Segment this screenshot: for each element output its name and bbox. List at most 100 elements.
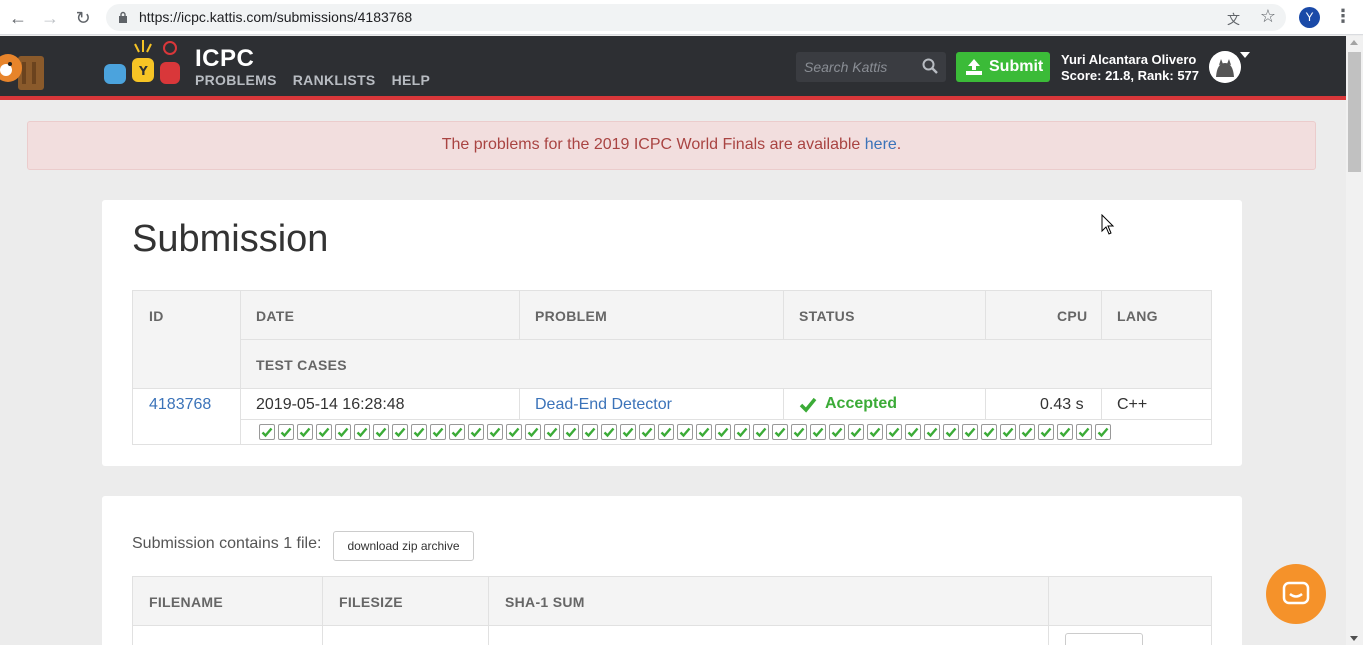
nav-ranklists[interactable]: RANKLISTS [293, 72, 376, 88]
test-case-passed [658, 424, 674, 440]
test-case-passed [1038, 424, 1054, 440]
download-zip-button[interactable]: download zip archive [333, 531, 474, 561]
alert-end: . [896, 136, 902, 153]
test-case-passed [962, 424, 978, 440]
header-accent-line [0, 96, 1346, 100]
col-lang: LANG [1117, 308, 1158, 324]
reload-icon[interactable]: ↻ [71, 6, 95, 30]
col-cpu: CPU [1057, 308, 1088, 324]
check-icon [850, 427, 862, 438]
submit-button[interactable]: Submit [956, 52, 1050, 82]
check-icon [280, 427, 292, 438]
problem-link[interactable]: Dead-End Detector [535, 396, 672, 413]
check-icon [527, 427, 539, 438]
test-case-passed [430, 424, 446, 440]
check-icon [755, 427, 767, 438]
bookmark-star-icon[interactable]: ☆ [1260, 6, 1276, 27]
scroll-down-icon[interactable] [1350, 636, 1358, 641]
check-icon [1059, 427, 1071, 438]
files-table: FILENAME FILESIZE SHA-1 SUM [132, 576, 1212, 645]
check-icon [413, 427, 425, 438]
check-icon [261, 427, 273, 438]
check-icon [1002, 427, 1014, 438]
address-bar[interactable]: https://icpc.kattis.com/submissions/4183… [106, 4, 1286, 31]
table-header [133, 291, 1211, 389]
page-scrollbar[interactable] [1346, 36, 1363, 645]
user-score: Score: 21.8, Rank: 577 [1061, 68, 1200, 83]
file-view-button[interactable] [1065, 633, 1143, 645]
test-case-passed [297, 424, 313, 440]
check-icon [774, 427, 786, 438]
check-icon [1097, 427, 1109, 438]
test-case-passed [354, 424, 370, 440]
check-icon [907, 427, 919, 438]
scroll-up-icon[interactable] [1350, 40, 1358, 45]
browser-menu-icon[interactable]: ⋮ [1334, 6, 1352, 27]
check-icon [299, 427, 311, 438]
url-text[interactable]: https://icpc.kattis.com/submissions/4183… [139, 9, 412, 25]
search-icon[interactable] [922, 58, 938, 74]
submission-id-link[interactable]: 4183768 [149, 396, 211, 413]
check-icon [1021, 427, 1033, 438]
check-icon [964, 427, 976, 438]
alert-text: The problems for the 2019 ICPC World Fin… [441, 136, 865, 153]
check-icon [983, 427, 995, 438]
check-icon [432, 427, 444, 438]
forward-icon[interactable]: → [38, 6, 62, 30]
problem-cell[interactable]: Dead-End Detector [535, 396, 672, 414]
check-icon [888, 427, 900, 438]
language: C++ [1117, 396, 1148, 413]
test-case-passed [468, 424, 484, 440]
check-icon [793, 427, 805, 438]
check-icon [717, 427, 729, 438]
test-case-passed [696, 424, 712, 440]
check-icon [356, 427, 368, 438]
test-case-passed [829, 424, 845, 440]
col-problem: PROBLEM [535, 308, 608, 324]
alert-link[interactable]: here [865, 136, 897, 153]
back-icon[interactable]: ← [6, 6, 30, 30]
profile-avatar[interactable]: Y [1299, 7, 1320, 28]
check-icon [698, 427, 710, 438]
check-icon [869, 427, 881, 438]
test-case-list [259, 424, 1111, 440]
test-case-passed [506, 424, 522, 440]
chat-icon [1282, 581, 1310, 605]
site-title[interactable]: ICPC [195, 45, 254, 73]
chat-launcher-button[interactable] [1266, 564, 1326, 624]
check-icon [812, 427, 824, 438]
scrollbar-thumb[interactable] [1348, 52, 1361, 172]
test-case-passed [753, 424, 769, 440]
user-avatar[interactable] [1209, 51, 1241, 83]
check-icon [470, 427, 482, 438]
user-menu-caret-icon[interactable] [1240, 52, 1250, 58]
check-icon [584, 427, 596, 438]
lock-icon [119, 11, 127, 23]
test-case-passed [639, 424, 655, 440]
user-info[interactable]: Yuri Alcantara Olivero Score: 21.8, Rank… [1061, 52, 1199, 84]
search-placeholder: Search Kattis [804, 59, 888, 75]
browser-toolbar: ← → ↻ https://icpc.kattis.com/submission… [0, 0, 1363, 35]
test-case-passed [886, 424, 902, 440]
test-case-passed [563, 424, 579, 440]
check-icon [641, 427, 653, 438]
submission-id[interactable]: 4183768 [149, 396, 211, 414]
nav-problems[interactable]: PROBLEMS [195, 72, 277, 88]
search-input[interactable]: Search Kattis [796, 52, 946, 82]
test-case-passed [1057, 424, 1073, 440]
nav-help[interactable]: HELP [392, 72, 431, 88]
check-icon [831, 427, 843, 438]
test-case-passed [867, 424, 883, 440]
translate-icon[interactable]: 文 [1227, 9, 1240, 28]
col-date: DATE [256, 308, 295, 324]
test-case-passed [373, 424, 389, 440]
test-case-passed [1076, 424, 1092, 440]
user-name[interactable]: Yuri Alcantara Olivero [1061, 52, 1199, 68]
test-case-passed [525, 424, 541, 440]
test-case-passed [981, 424, 997, 440]
col-id: ID [149, 308, 164, 324]
files-table-header [133, 577, 1211, 626]
main-nav: PROBLEMS RANKLISTS HELP [195, 72, 430, 88]
check-icon [926, 427, 938, 438]
check-icon [1040, 427, 1052, 438]
